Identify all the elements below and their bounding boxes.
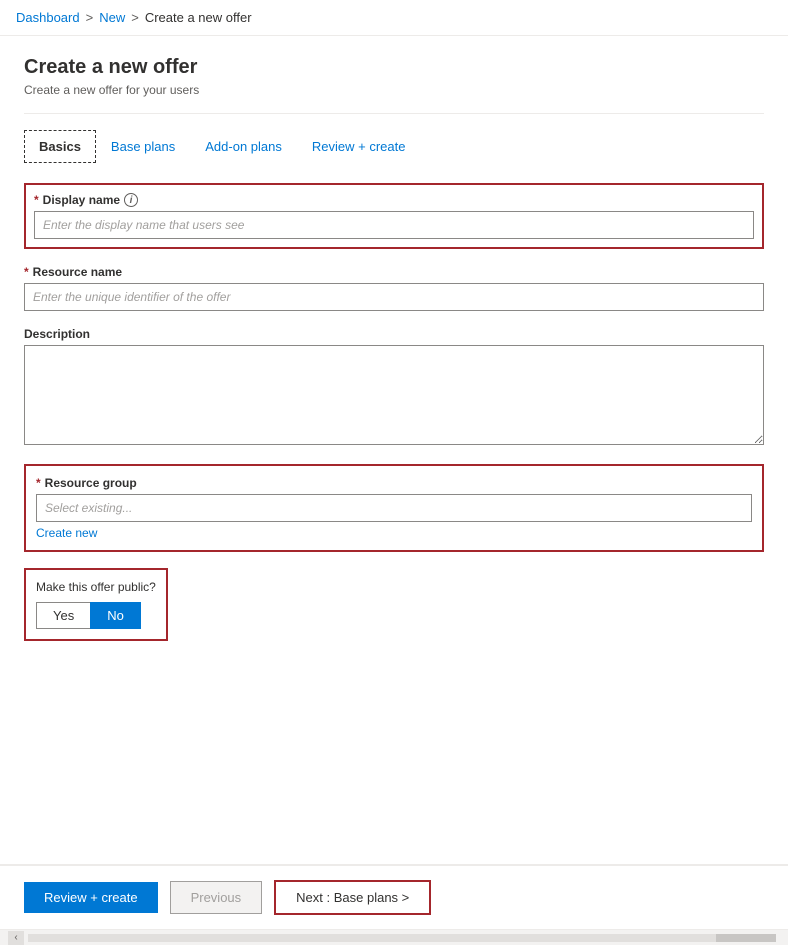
breadcrumb: Dashboard > New > Create a new offer	[0, 0, 788, 36]
page-title: Create a new offer	[24, 56, 764, 79]
breadcrumb-dashboard[interactable]: Dashboard	[16, 10, 80, 25]
tab-addon-plans[interactable]: Add-on plans	[190, 130, 297, 163]
public-offer-section: Make this offer public? Yes No	[24, 568, 168, 641]
resource-group-input[interactable]	[36, 494, 752, 522]
main-content: Create a new offer Create a new offer fo…	[0, 36, 788, 865]
display-name-label: * Display name i	[34, 193, 754, 207]
previous-button: Previous	[170, 881, 263, 914]
description-label: Description	[24, 327, 764, 341]
resource-group-section: * Resource group Create new	[24, 464, 764, 552]
tab-review-create[interactable]: Review + create	[297, 130, 421, 163]
breadcrumb-new[interactable]: New	[99, 10, 125, 25]
resource-name-required-star: *	[24, 265, 29, 279]
tab-basics[interactable]: Basics	[24, 130, 96, 163]
next-button[interactable]: Next : Base plans >	[274, 880, 431, 915]
breadcrumb-sep2: >	[131, 10, 139, 25]
footer: Review + create Previous Next : Base pla…	[0, 865, 788, 929]
bottom-scrollbar: ‹	[0, 929, 788, 945]
display-name-info-icon[interactable]: i	[124, 193, 138, 207]
resource-group-label: * Resource group	[36, 476, 752, 490]
tab-base-plans[interactable]: Base plans	[96, 130, 190, 163]
resource-group-required-star: *	[36, 476, 41, 490]
resource-name-input[interactable]	[24, 283, 764, 311]
breadcrumb-sep1: >	[86, 10, 94, 25]
resource-name-label: * Resource name	[24, 265, 764, 279]
public-offer-yes-button[interactable]: Yes	[36, 602, 90, 629]
display-name-input[interactable]	[34, 211, 754, 239]
tab-bar: Basics Base plans Add-on plans Review + …	[24, 130, 764, 163]
public-offer-toggle: Yes No	[36, 602, 156, 629]
scroll-left-button[interactable]: ‹	[8, 931, 24, 945]
public-offer-label: Make this offer public?	[36, 580, 156, 594]
review-create-button[interactable]: Review + create	[24, 882, 158, 913]
description-section: Description	[24, 327, 764, 448]
display-name-required-star: *	[34, 193, 39, 207]
public-offer-no-button[interactable]: No	[90, 602, 141, 629]
description-input[interactable]	[24, 345, 764, 445]
display-name-section: * Display name i	[24, 183, 764, 249]
title-divider	[24, 113, 764, 114]
page-subtitle: Create a new offer for your users	[24, 83, 764, 97]
scrollbar-track	[28, 934, 776, 942]
create-new-link[interactable]: Create new	[36, 526, 97, 540]
scrollbar-thumb[interactable]	[716, 934, 776, 942]
breadcrumb-current: Create a new offer	[145, 10, 252, 25]
resource-name-section: * Resource name	[24, 265, 764, 311]
